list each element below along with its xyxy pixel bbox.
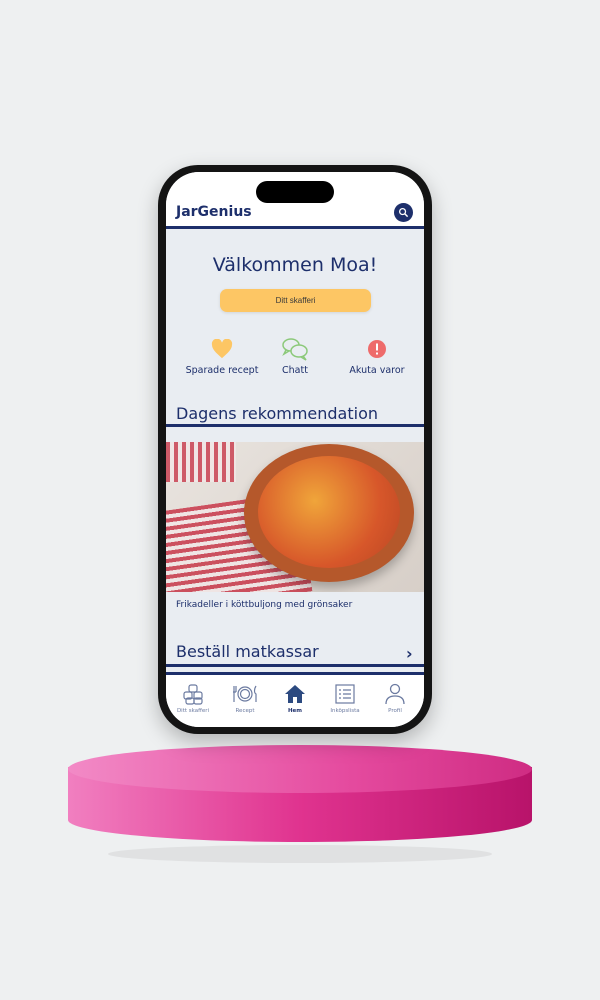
urgent-items-button[interactable]: Akuta varor	[334, 337, 420, 376]
recipe-caption[interactable]: Frikadeller i köttbuljong med grönsaker	[176, 600, 352, 610]
user-icon	[385, 683, 405, 705]
recipe-image[interactable]	[166, 442, 424, 592]
dynamic-island	[256, 181, 334, 203]
heart-icon	[211, 339, 233, 359]
tab-label: Ditt skafferi	[176, 708, 210, 714]
divider	[166, 424, 424, 427]
welcome-heading: Välkommen Moa!	[212, 254, 378, 276]
urgent-items-label: Akuta varor	[349, 365, 405, 376]
tab-label: Recept	[235, 708, 255, 714]
chat-label: Chatt	[282, 365, 308, 376]
recommendation-heading: Dagens rekommendation	[176, 404, 379, 423]
app-screen: JarGenius Välkommen Moa! Ditt skafferi S…	[166, 172, 424, 727]
app-logo: JarGenius	[176, 204, 252, 220]
list-icon	[335, 684, 355, 704]
chevron-right-icon[interactable]: ›	[406, 644, 413, 663]
tab-recipes[interactable]: Recept	[220, 683, 270, 714]
alert-icon	[368, 340, 386, 358]
tab-label: Hem	[287, 708, 303, 714]
plate-cutlery-icon	[233, 685, 257, 702]
tab-label: Profil	[388, 708, 402, 714]
tab-profile[interactable]: Profil	[370, 683, 420, 714]
phone-frame: JarGenius Välkommen Moa! Ditt skafferi S…	[158, 165, 432, 734]
chat-icon	[282, 338, 308, 361]
tab-label: Inköpslista	[330, 708, 360, 714]
bottom-tab-bar: Ditt skafferi Recept Hem Inköpslista Pro…	[166, 672, 424, 727]
search-button[interactable]	[394, 203, 413, 222]
search-icon	[399, 208, 409, 218]
tab-home[interactable]: Hem	[270, 683, 320, 714]
jars-icon	[183, 684, 203, 705]
pantry-button[interactable]: Ditt skafferi	[220, 289, 371, 312]
tab-shopping-list[interactable]: Inköpslista	[320, 683, 370, 714]
order-meal-kits-link[interactable]: Beställ matkassar	[176, 642, 319, 661]
home-icon	[285, 685, 305, 703]
tab-pantry[interactable]: Ditt skafferi	[168, 683, 218, 714]
divider	[166, 664, 424, 667]
pedestal	[68, 745, 532, 865]
chat-button[interactable]: Chatt	[252, 337, 338, 376]
saved-recipes-label: Sparade recept	[185, 365, 259, 376]
